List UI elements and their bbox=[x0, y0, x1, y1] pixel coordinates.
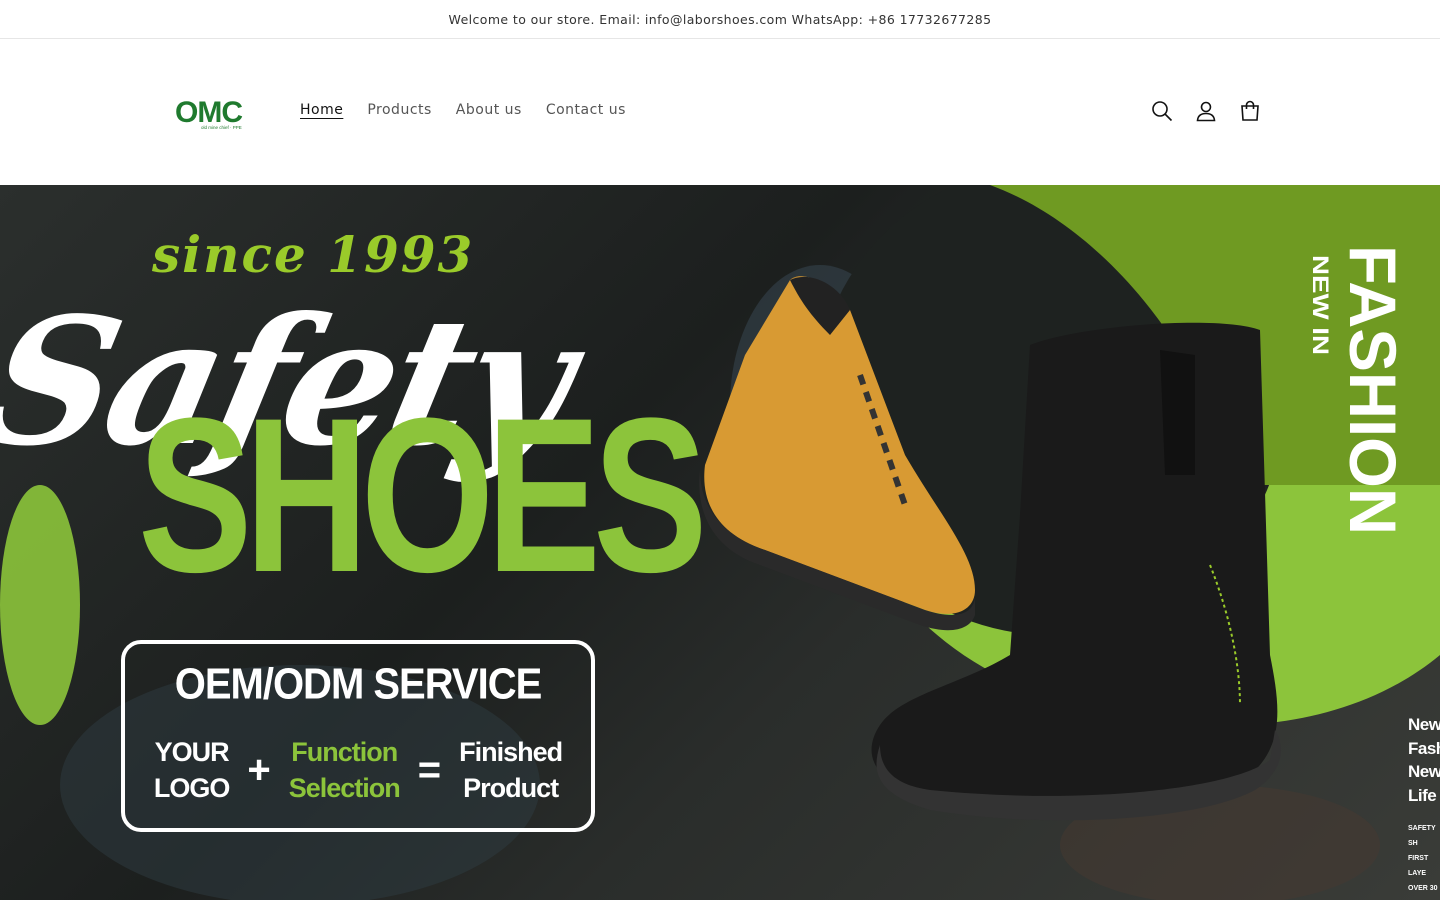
side-line: New bbox=[1408, 762, 1440, 781]
side-small-line: SAFETY SH bbox=[1408, 825, 1436, 847]
oem-logo: LOGO bbox=[153, 773, 230, 803]
new-in-vertical-text: NEW IN bbox=[1308, 255, 1333, 355]
oem-service-box: OEM/ODM SERVICE YOUR LOGO + Function Sel… bbox=[121, 640, 595, 832]
side-tagline: New Fash New Life bbox=[1408, 713, 1440, 807]
svg-text:NEW IN: NEW IN bbox=[1308, 255, 1333, 355]
search-icon[interactable] bbox=[1150, 99, 1174, 123]
side-line: New bbox=[1408, 715, 1440, 734]
oem-formula: YOUR LOGO + Function Selection = Finishe… bbox=[125, 734, 591, 806]
side-small-text: SAFETY SH FIRST LAYE OVER 30 YE bbox=[1408, 821, 1440, 900]
main-nav: Home Products About us Contact us bbox=[300, 102, 626, 118]
side-small-line: FIRST LAYE bbox=[1408, 855, 1429, 877]
nav-contact-us[interactable]: Contact us bbox=[546, 102, 626, 118]
shoes-headline: SHOES bbox=[138, 372, 708, 618]
svg-text:FASHION: FASHION bbox=[1340, 245, 1410, 535]
nav-about-us[interactable]: About us bbox=[456, 102, 522, 118]
side-line: Fash bbox=[1408, 738, 1440, 758]
oem-title: OEM/ODM SERVICE bbox=[174, 659, 543, 709]
side-line: Life bbox=[1408, 785, 1437, 805]
side-small-line: OVER 30 YE bbox=[1408, 885, 1438, 892]
account-icon[interactable] bbox=[1194, 99, 1218, 123]
oem-finished-product: Finished Product bbox=[459, 734, 563, 806]
oem-selection: Selection bbox=[288, 773, 401, 803]
oem-finished: Finished bbox=[459, 737, 563, 767]
plus-sign: + bbox=[247, 747, 271, 792]
cart-icon[interactable] bbox=[1238, 99, 1262, 123]
header-icons bbox=[1150, 99, 1262, 123]
fashion-vertical-text: FASHION bbox=[1340, 245, 1410, 535]
omc-logo[interactable]: OMC old mine chief · PPE bbox=[175, 96, 253, 130]
oem-function-selection: Function Selection bbox=[288, 734, 401, 806]
oem-function: Function bbox=[291, 737, 398, 767]
announcement-text: Welcome to our store. Email: info@labors… bbox=[448, 11, 992, 27]
oem-your-logo: YOUR LOGO bbox=[154, 734, 230, 806]
svg-text:old mine chief · PPE: old mine chief · PPE bbox=[201, 125, 242, 130]
equals-sign: = bbox=[417, 747, 442, 792]
hero-banner[interactable]: since 1993 Safety SHOES OEM/ODM SERVICE … bbox=[0, 185, 1440, 900]
since-text: since 1993 bbox=[152, 225, 475, 284]
oem-product: Product bbox=[463, 773, 559, 803]
nav-home[interactable]: Home bbox=[300, 102, 343, 118]
oem-your: YOUR bbox=[154, 737, 230, 767]
announcement-bar: Welcome to our store. Email: info@labors… bbox=[0, 0, 1440, 39]
site-header: OMC old mine chief · PPE Home Products A… bbox=[0, 39, 1440, 185]
nav-products[interactable]: Products bbox=[367, 102, 431, 118]
